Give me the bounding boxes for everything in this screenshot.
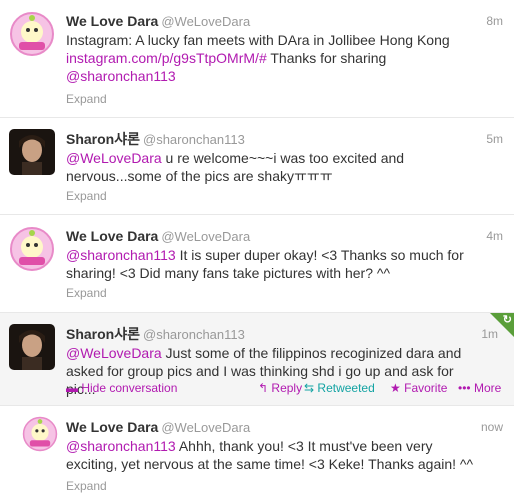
username[interactable]: @WeLoveDara	[161, 420, 250, 435]
hide-conversation-button[interactable]: ▬ Hide conversation	[66, 381, 177, 395]
fullname[interactable]: We Love Dara	[66, 419, 158, 435]
mention-link[interactable]: @sharonchan113	[66, 247, 176, 263]
tweet-text: @WeLoveDara u re welcome~~~i was too exc…	[66, 149, 486, 185]
hide-conversation-label: Hide conversation	[81, 381, 178, 395]
tweet[interactable]: We Love Dara @WeLoveDara 8m Instagram: A …	[0, 0, 514, 118]
username[interactable]: @WeLoveDara	[161, 229, 250, 244]
tweet-header: We Love Dara @WeLoveDara	[66, 418, 250, 437]
mention-link[interactable]: @sharonchan113	[66, 68, 176, 84]
reply-label: Reply	[271, 381, 303, 395]
favorite-label: Favorite	[404, 381, 448, 395]
avatar[interactable]	[9, 226, 55, 272]
tweet-text: @sharonchan113 Ahhh, thank you! <3 It mu…	[66, 437, 486, 473]
fullname[interactable]: Sharon샤론	[66, 131, 140, 147]
username[interactable]: @sharonchan113	[143, 132, 245, 147]
more-button[interactable]: ••• More	[458, 381, 501, 395]
tweet-link[interactable]: instagram.com/p/g9sTtpOMrM/#	[66, 50, 267, 66]
tweet-header: We Love Dara @WeLoveDara	[66, 12, 250, 31]
timestamp[interactable]: 4m	[486, 229, 503, 243]
expand-link[interactable]: Expand	[66, 479, 107, 493]
tweet[interactable]: We Love Dara @WeLoveDara 4m @sharonchan11…	[0, 215, 514, 313]
mention-link[interactable]: @WeLoveDara	[66, 345, 162, 361]
username[interactable]: @sharonchan113	[143, 327, 245, 342]
more-dots-icon: •••	[458, 381, 471, 395]
retweet-corner-icon: ↻	[502, 314, 512, 326]
mention-link[interactable]: @sharonchan113	[66, 438, 176, 454]
avatar[interactable]	[9, 11, 55, 57]
tweet-text: Instagram: A lucky fan meets with DAra i…	[66, 31, 486, 85]
reply-arrow-icon: ↰	[258, 381, 269, 395]
avatar[interactable]	[9, 324, 55, 370]
retweet-icon: ⇆	[304, 381, 315, 395]
timestamp[interactable]: 5m	[486, 132, 503, 146]
timestamp[interactable]: 8m	[486, 14, 503, 28]
timestamp[interactable]: 1m	[481, 327, 498, 341]
username[interactable]: @WeLoveDara	[161, 14, 250, 29]
expand-link[interactable]: Expand	[66, 286, 107, 300]
tweet-header: Sharon샤론 @sharonchan113	[66, 130, 245, 149]
expand-link[interactable]: Expand	[66, 92, 107, 106]
mention-link[interactable]: @WeLoveDara	[66, 150, 162, 166]
avatar[interactable]	[9, 129, 55, 175]
tweet-header: Sharon샤론 @sharonchan113	[66, 325, 245, 344]
fullname[interactable]: Sharon샤론	[66, 326, 140, 342]
expand-link[interactable]: Expand	[66, 189, 107, 203]
avatar[interactable]	[22, 416, 58, 452]
tweet[interactable]: Sharon샤론 @sharonchan113 5m @WeLoveDara u …	[0, 118, 514, 215]
favorite-button[interactable]: ★ Favorite	[390, 381, 447, 395]
fullname[interactable]: We Love Dara	[66, 13, 158, 29]
reply-button[interactable]: ↰ Reply	[258, 381, 302, 395]
conversation-feed: We Love Dara @WeLoveDara 8m Instagram: A …	[0, 0, 514, 502]
timestamp[interactable]: now	[481, 420, 503, 434]
retweeted-button[interactable]: ⇆ Retweeted	[304, 381, 375, 395]
tweet-text-line: Instagram: A lucky fan meets with DAra i…	[66, 32, 450, 48]
tweet-header: We Love Dara @WeLoveDara	[66, 227, 250, 246]
chat-bubble-icon: ▬	[66, 381, 78, 395]
tweet[interactable]: We Love Dara @WeLoveDara now @sharonchan1…	[0, 406, 514, 502]
retweeted-label: Retweeted	[317, 381, 375, 395]
tweet-text: @sharonchan113 It is super duper okay! <…	[66, 246, 486, 282]
more-label: More	[473, 381, 502, 395]
fullname[interactable]: We Love Dara	[66, 228, 158, 244]
tweet-text-rest: Thanks for sharing	[266, 50, 387, 66]
star-icon: ★	[390, 381, 401, 395]
